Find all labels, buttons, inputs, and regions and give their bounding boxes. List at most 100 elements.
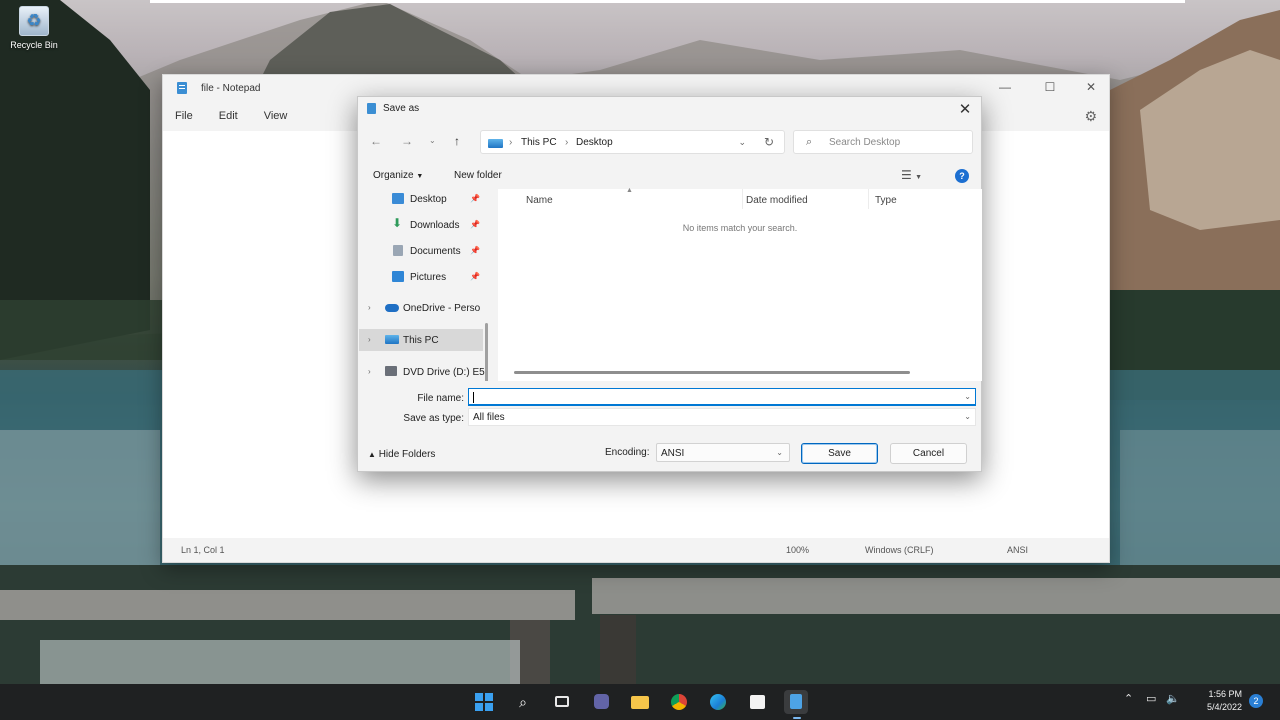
pin-icon: 📌 [470, 246, 480, 255]
chrome-icon[interactable] [667, 690, 691, 714]
edge-icon[interactable] [706, 690, 730, 714]
windows-logo [475, 693, 493, 711]
cancel-button[interactable]: Cancel [890, 443, 967, 464]
network-icon[interactable]: ▭ [1146, 692, 1156, 705]
desktop-folder-icon [392, 193, 404, 204]
sidebar-item-this-pc[interactable]: › This PC [359, 329, 483, 351]
search-icon[interactable]: ⌕ [511, 690, 535, 714]
forward-arrow-icon[interactable]: → [401, 134, 413, 148]
address-bar[interactable]: › This PC › Desktop ⌄ ↻ [480, 130, 785, 154]
view-options-icon[interactable]: ☰ ▼ [901, 168, 922, 182]
chevron-up-icon[interactable]: ⌃ [1124, 692, 1133, 705]
chevron-right-icon[interactable]: › [368, 303, 371, 312]
clock-time: 1:56 PM [1208, 689, 1242, 699]
documents-icon [393, 245, 403, 256]
column-header-type[interactable]: Type [875, 195, 897, 206]
menu-view[interactable]: View [264, 110, 288, 122]
close-icon[interactable]: ✕ [957, 100, 973, 118]
maximize-icon[interactable]: ☐ [1030, 80, 1070, 94]
new-folder-button[interactable]: New folder [454, 170, 502, 181]
menu-file[interactable]: File [175, 110, 193, 122]
start-icon[interactable] [472, 690, 496, 714]
top-white-strip [150, 0, 1185, 3]
chevron-down-icon[interactable]: ⌄ [964, 412, 971, 421]
notepad-icon [177, 82, 187, 94]
pictures-icon [392, 271, 404, 282]
navigation-scrollbar[interactable] [485, 323, 488, 381]
search-box[interactable]: ⌕ Search Desktop [793, 130, 973, 154]
status-encoding: ANSI [1007, 545, 1029, 555]
status-line-endings: Windows (CRLF) [865, 545, 934, 555]
sidebar-item-label: OneDrive - Perso [403, 303, 481, 314]
hide-folders-button[interactable]: ▲ Hide Folders [368, 449, 435, 460]
sidebar-item-dvd-drive[interactable]: › DVD Drive (D:) E5 [359, 361, 485, 381]
chevron-down-icon[interactable]: ⌄ [964, 392, 971, 401]
task-view-icon[interactable] [550, 690, 574, 714]
up-arrow-icon[interactable]: ↑ [454, 134, 460, 148]
text-cursor [473, 392, 474, 403]
teams-chat-icon[interactable] [589, 690, 613, 714]
notepad-icon[interactable] [784, 690, 808, 714]
active-app-indicator [793, 717, 801, 719]
column-header-date-modified[interactable]: Date modified [746, 195, 808, 206]
pin-icon: 📌 [470, 194, 480, 203]
onedrive-icon [385, 304, 399, 312]
dialog-title-bar[interactable]: Save as ✕ [358, 97, 981, 121]
status-cursor-position: Ln 1, Col 1 [181, 545, 225, 555]
file-explorer-icon[interactable] [628, 690, 652, 714]
file-name-input[interactable]: ⌄ [468, 388, 976, 406]
dialog-title: Save as [383, 103, 420, 114]
refresh-icon[interactable]: ↻ [764, 135, 774, 149]
file-name-row: File name: ⌄ [358, 388, 981, 408]
column-header-name[interactable]: Name [526, 195, 553, 206]
notification-badge[interactable]: 2 [1249, 694, 1263, 708]
sidebar-item-documents[interactable]: Documents 📌 [359, 240, 483, 262]
breadcrumb-desktop[interactable]: Desktop [576, 137, 613, 148]
hide-folders-label: Hide Folders [378, 449, 436, 460]
this-pc-icon [385, 335, 399, 344]
recent-locations-chevron-icon[interactable]: ⌄ [429, 136, 436, 145]
chevron-right-icon[interactable]: › [368, 335, 371, 344]
close-icon[interactable]: ✕ [1071, 80, 1111, 94]
column-divider[interactable] [742, 189, 743, 209]
chevron-down-icon: ⌄ [776, 448, 783, 457]
breadcrumb-this-pc[interactable]: This PC [521, 137, 557, 148]
organize-label: Organize [373, 170, 414, 181]
sidebar-item-pictures[interactable]: Pictures 📌 [359, 266, 483, 288]
horizontal-scrollbar[interactable] [514, 371, 910, 374]
notepad-icon [367, 103, 376, 114]
settings-gear-icon[interactable]: ⚙ [1084, 108, 1097, 125]
taskbar: ⌕ ⌃ ▭ 🔈 1:56 PM 5/4/2022 2 [0, 684, 1280, 720]
save-as-type-label: Save as type: [403, 413, 464, 424]
sidebar-item-desktop[interactable]: Desktop 📌 [359, 191, 483, 210]
file-list[interactable]: ▲ Name Date modified Type No items match… [498, 187, 982, 381]
organize-button[interactable]: Organize ▼ [373, 170, 423, 181]
back-arrow-icon[interactable]: ← [370, 134, 382, 148]
navigation-pane: Desktop 📌 ⬇ Downloads 📌 Documents 📌 Pict… [359, 191, 489, 381]
notepad-title: file - Notepad [201, 82, 261, 94]
column-divider[interactable] [868, 189, 869, 209]
save-button[interactable]: Save [801, 443, 878, 464]
recycle-bin-shortcut[interactable]: Recycle Bin [8, 6, 60, 50]
save-as-type-select[interactable]: All files ⌄ [468, 408, 976, 426]
menu-edit[interactable]: Edit [219, 110, 238, 122]
save-as-type-value: All files [473, 412, 505, 423]
help-icon[interactable]: ? [955, 169, 969, 183]
breadcrumb-separator-icon: › [509, 137, 513, 148]
minimize-icon[interactable]: — [985, 80, 1025, 94]
sidebar-item-downloads[interactable]: ⬇ Downloads 📌 [359, 214, 483, 236]
pin-icon: 📌 [470, 220, 480, 229]
search-placeholder: Search Desktop [829, 137, 901, 148]
sidebar-item-label: DVD Drive (D:) E5 [403, 367, 485, 378]
system-clock[interactable]: 1:56 PM 5/4/2022 [1196, 688, 1242, 714]
chevron-right-icon[interactable]: › [368, 367, 371, 376]
encoding-value: ANSI [661, 448, 685, 459]
sidebar-item-onedrive[interactable]: › OneDrive - Perso [359, 297, 483, 319]
file-name-label: File name: [417, 393, 464, 404]
dvd-drive-icon [385, 366, 397, 376]
chevron-down-icon[interactable]: ⌄ [738, 137, 746, 148]
encoding-select[interactable]: ANSI ⌄ [656, 443, 790, 462]
store-icon[interactable] [745, 690, 769, 714]
sidebar-item-label: This PC [403, 335, 439, 346]
volume-icon[interactable]: 🔈 [1166, 692, 1180, 705]
